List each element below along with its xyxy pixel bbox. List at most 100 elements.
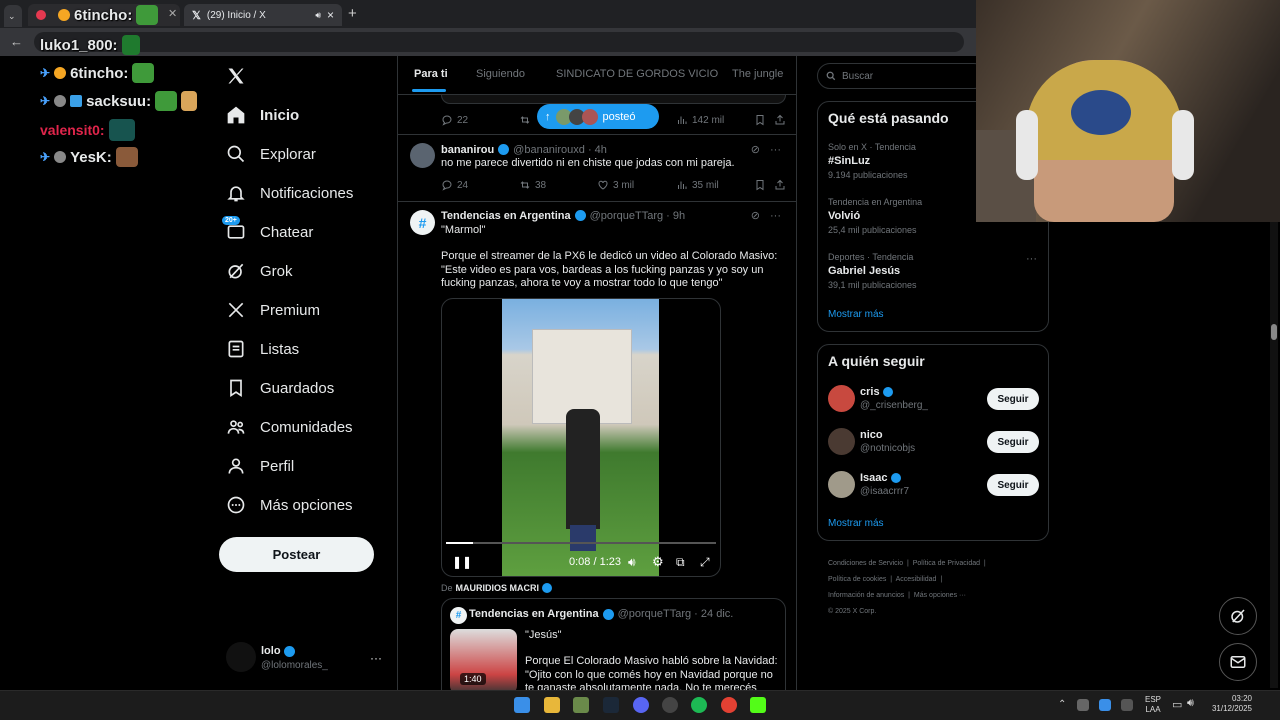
discord-icon[interactable]: [633, 697, 649, 713]
follow-name[interactable]: nico: [860, 429, 883, 441]
back-arrow-icon[interactable]: ←: [10, 34, 23, 49]
tab-siguiendo[interactable]: Siguiendo: [476, 68, 525, 80]
tab-the-jungle[interactable]: The jungle: [732, 68, 783, 80]
new-posts-pill[interactable]: ↑ posteó: [537, 104, 659, 129]
nav-item-grok[interactable]: Grok: [226, 261, 293, 281]
chrome-icon[interactable]: [721, 697, 737, 713]
views-button[interactable]: 142 mil: [676, 114, 724, 126]
reply-button[interactable]: 24: [441, 179, 468, 191]
nav-item-chatear[interactable]: 20+ Chatear: [222, 216, 313, 242]
footer-link[interactable]: Información de anuncios: [828, 592, 904, 599]
nav-item-explorar[interactable]: Explorar: [226, 144, 316, 164]
account-name[interactable]: lolo: [261, 645, 295, 657]
trend-topic[interactable]: Gabriel Jesús: [828, 265, 900, 277]
volume-icon[interactable]: 🔊︎: [628, 555, 636, 570]
scrollbar-thumb[interactable]: [1271, 324, 1277, 340]
video-seekbar[interactable]: [446, 542, 716, 544]
windows-start-icon[interactable]: [514, 697, 530, 713]
share-button[interactable]: [774, 179, 786, 191]
new-tab-button[interactable]: +: [348, 5, 357, 22]
video-player[interactable]: ❚❚ 0:08 / 1:23 🔊︎ ⚙ ⧉ ⤢: [441, 298, 721, 577]
nav-item-premium[interactable]: Premium: [226, 300, 320, 320]
trend-context: Solo en X · Tendencia: [828, 142, 916, 152]
trends-show-more[interactable]: Mostrar más: [828, 309, 884, 320]
tray-icon[interactable]: [1077, 699, 1089, 711]
retweet-button[interactable]: [519, 114, 531, 126]
follow-button[interactable]: Seguir: [987, 388, 1039, 410]
author-name[interactable]: bananirou: [441, 144, 494, 156]
app-icon[interactable]: [662, 697, 678, 713]
steam-icon[interactable]: [603, 697, 619, 713]
hashtag-avatar-icon[interactable]: #: [410, 210, 435, 235]
tab-sindicato[interactable]: SINDICATO DE GORDOS VICIO: [556, 68, 718, 80]
views-button[interactable]: 35 mil: [676, 179, 719, 191]
settings-icon[interactable]: ⚙: [652, 554, 664, 570]
nav-item-listas[interactable]: Listas: [226, 339, 299, 359]
reply-button[interactable]: 22: [441, 114, 468, 126]
post-button[interactable]: Postear: [219, 537, 374, 572]
trend-topic[interactable]: #SinLuz: [828, 155, 870, 167]
grok-float-button[interactable]: [1219, 597, 1257, 635]
nav-item-inicio[interactable]: Inicio: [226, 105, 299, 125]
trend-more-icon[interactable]: ···: [1026, 253, 1037, 265]
spotify-icon[interactable]: [691, 697, 707, 713]
tray-icon[interactable]: [1099, 699, 1111, 711]
footer-link[interactable]: Política de cookies: [828, 576, 886, 583]
tab-x-inicio[interactable]: 𝕏 (29) Inicio / X 🔊︎ ×: [184, 4, 342, 26]
fullscreen-icon[interactable]: ⤢: [700, 555, 710, 570]
bookmark-button[interactable]: [754, 179, 766, 191]
close-icon[interactable]: ✕: [168, 7, 177, 20]
follow-show-more[interactable]: Mostrar más: [828, 518, 884, 529]
more-icon[interactable]: ···: [770, 210, 781, 222]
trend-topic[interactable]: Volvió: [828, 210, 860, 222]
follow-name[interactable]: cris: [860, 386, 893, 398]
like-button[interactable]: 3 mil: [597, 179, 634, 191]
tab-close-icon[interactable]: ×: [327, 8, 334, 22]
file-explorer-icon[interactable]: [544, 697, 560, 713]
avatar[interactable]: [410, 143, 435, 168]
grok-icon[interactable]: ⊘: [751, 143, 760, 156]
nav-item-comunidades[interactable]: Comunidades: [226, 417, 353, 437]
nav-item-perfil[interactable]: Perfil: [226, 456, 294, 476]
account-more-icon[interactable]: ···: [370, 651, 382, 665]
tab-list-button[interactable]: ⌄: [4, 5, 22, 27]
retweet-button[interactable]: 38: [519, 179, 546, 191]
follow-button[interactable]: Seguir: [987, 431, 1039, 453]
tray-chevron-icon[interactable]: ⌃: [1058, 699, 1066, 710]
avatar[interactable]: [828, 471, 855, 498]
video-frame: [502, 299, 659, 576]
app-icon[interactable]: [573, 697, 589, 713]
grok-icon[interactable]: ⊘: [751, 209, 760, 222]
nav-item-guardados[interactable]: Guardados: [226, 378, 334, 398]
volume-icon[interactable]: 🔊︎: [1187, 697, 1194, 710]
microphone-icon[interactable]: [1121, 699, 1133, 711]
quoted-tweet[interactable]: # Tendencias en Argentina @porqueTTarg ·…: [441, 598, 786, 690]
avatar[interactable]: [828, 385, 855, 412]
nav-item-mas-opciones[interactable]: Más opciones: [226, 495, 353, 515]
pip-icon[interactable]: ⧉: [676, 555, 685, 570]
more-icon[interactable]: ···: [770, 144, 781, 156]
x-logo-icon[interactable]: [226, 66, 246, 86]
footer-link[interactable]: Accesibilidad: [896, 576, 937, 583]
avatar[interactable]: [828, 428, 855, 455]
follow-name[interactable]: Isaac: [860, 472, 901, 484]
pause-icon[interactable]: ❚❚: [452, 555, 472, 569]
footer-link[interactable]: Política de Privacidad: [913, 560, 980, 567]
monitor-icon[interactable]: ▭: [1172, 698, 1182, 711]
search-input[interactable]: Buscar: [817, 63, 987, 89]
url-field[interactable]: [34, 32, 964, 52]
quote-source-name[interactable]: MAURIDIOS MACRI: [456, 583, 540, 593]
bookmark-button[interactable]: [754, 114, 766, 126]
kick-icon[interactable]: [750, 697, 766, 713]
nav-item-notificaciones[interactable]: Notificaciones: [226, 183, 353, 203]
author-name[interactable]: Tendencias en Argentina: [441, 210, 571, 222]
footer-link[interactable]: Más opciones ···: [914, 592, 966, 599]
messages-float-button[interactable]: [1219, 643, 1257, 681]
author-handle: @porqueTTarg · 9h: [589, 209, 686, 222]
tab-para-ti[interactable]: Para ti: [414, 68, 448, 80]
clock[interactable]: 03:20 31/12/2025: [1208, 694, 1252, 714]
language-indicator[interactable]: ESP LAA: [1145, 695, 1161, 715]
footer-link[interactable]: Condiciones de Servicio: [828, 560, 903, 567]
follow-button[interactable]: Seguir: [987, 474, 1039, 496]
share-button[interactable]: [774, 114, 786, 126]
